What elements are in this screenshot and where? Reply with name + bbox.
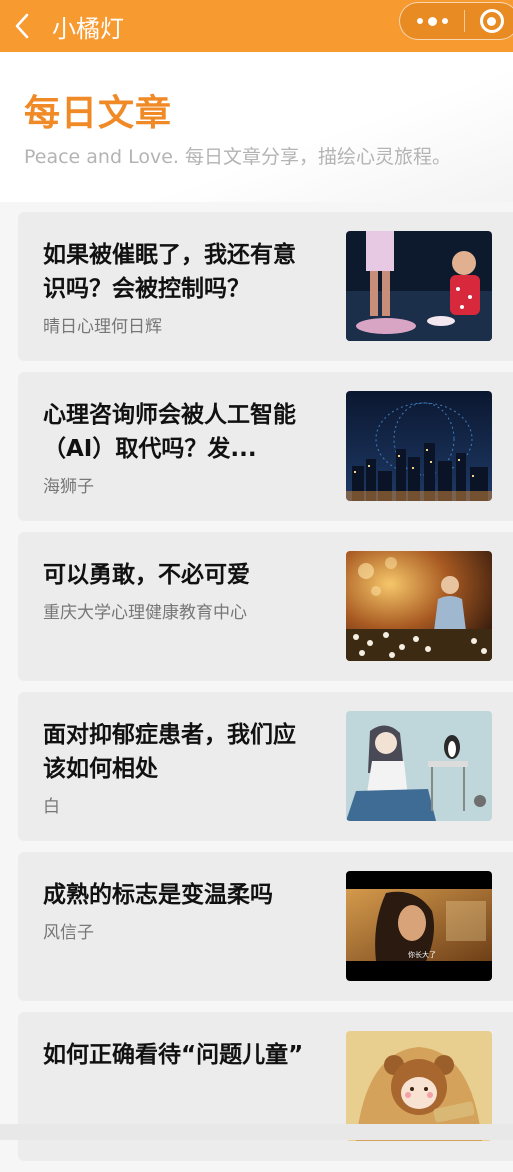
article-author: 晴日心理何日辉: [43, 317, 162, 337]
article-author: 风信子: [43, 923, 94, 943]
article-title: 心理咨询师会被人工智能（AI）取代吗？发...: [43, 402, 296, 462]
article-title: 成熟的标志是变温柔吗: [43, 882, 273, 908]
bottom-safe-area: [0, 1124, 513, 1140]
article-title: 如何正确看待“问题儿童”: [43, 1042, 304, 1068]
girl-in-dandelion-field-photo: [346, 551, 492, 661]
target-close-icon: [479, 9, 504, 33]
city-night-skyline-photo: [346, 391, 492, 501]
article-card[interactable]: 成熟的标志是变温柔吗 风信子 你长大了: [18, 852, 513, 1001]
girl-and-penguin-illustration: [346, 711, 492, 821]
chevron-left-icon: [15, 13, 29, 39]
nav-title: 小橘灯: [52, 14, 124, 43]
more-dots-icon-center: [427, 16, 437, 26]
page-title: 每日文章: [24, 93, 173, 134]
article-author: 重庆大学心理健康教育中心: [43, 603, 247, 623]
film-still-photo: 你长大了: [346, 871, 492, 981]
page-header: 每日文章 Peace and Love. 每日文章分享，描绘心灵旅程。: [0, 52, 513, 202]
article-title: 如果被催眠了，我还有意识吗？会被控制吗？: [43, 242, 296, 302]
girl-at-night-photo: [346, 231, 492, 341]
article-title: 面对抑郁症患者，我们应该如何相处: [43, 722, 296, 782]
article-author: 白: [43, 797, 60, 817]
page-subtitle: Peace and Love. 每日文章分享，描绘心灵旅程。: [24, 146, 451, 168]
article-card[interactable]: 可以勇敢，不必可爱 重庆大学心理健康教育中心: [18, 532, 513, 681]
more-button[interactable]: [400, 16, 464, 26]
article-card[interactable]: 如果被催眠了，我还有意识吗？会被控制吗？ 晴日心理何日辉: [18, 212, 513, 361]
capsule-menu: [399, 2, 513, 40]
film-subtitle-caption: 你长大了: [408, 951, 436, 959]
back-button[interactable]: [0, 0, 44, 52]
article-card[interactable]: 心理咨询师会被人工智能（AI）取代吗？发... 海狮子: [18, 372, 513, 521]
article-card[interactable]: 面对抑郁症患者，我们应该如何相处 白: [18, 692, 513, 841]
article-list: 如果被催眠了，我还有意识吗？会被控制吗？ 晴日心理何日辉 心理咨询师会被人工智能…: [18, 212, 513, 1172]
more-dots-icon: [416, 18, 423, 24]
more-dots-icon-right: [441, 18, 448, 24]
article-author: 海狮子: [43, 477, 94, 497]
article-title: 可以勇敢，不必可爱: [43, 562, 250, 588]
close-miniprogram-button[interactable]: [465, 9, 513, 33]
navigation-bar: 小橘灯: [0, 0, 513, 52]
